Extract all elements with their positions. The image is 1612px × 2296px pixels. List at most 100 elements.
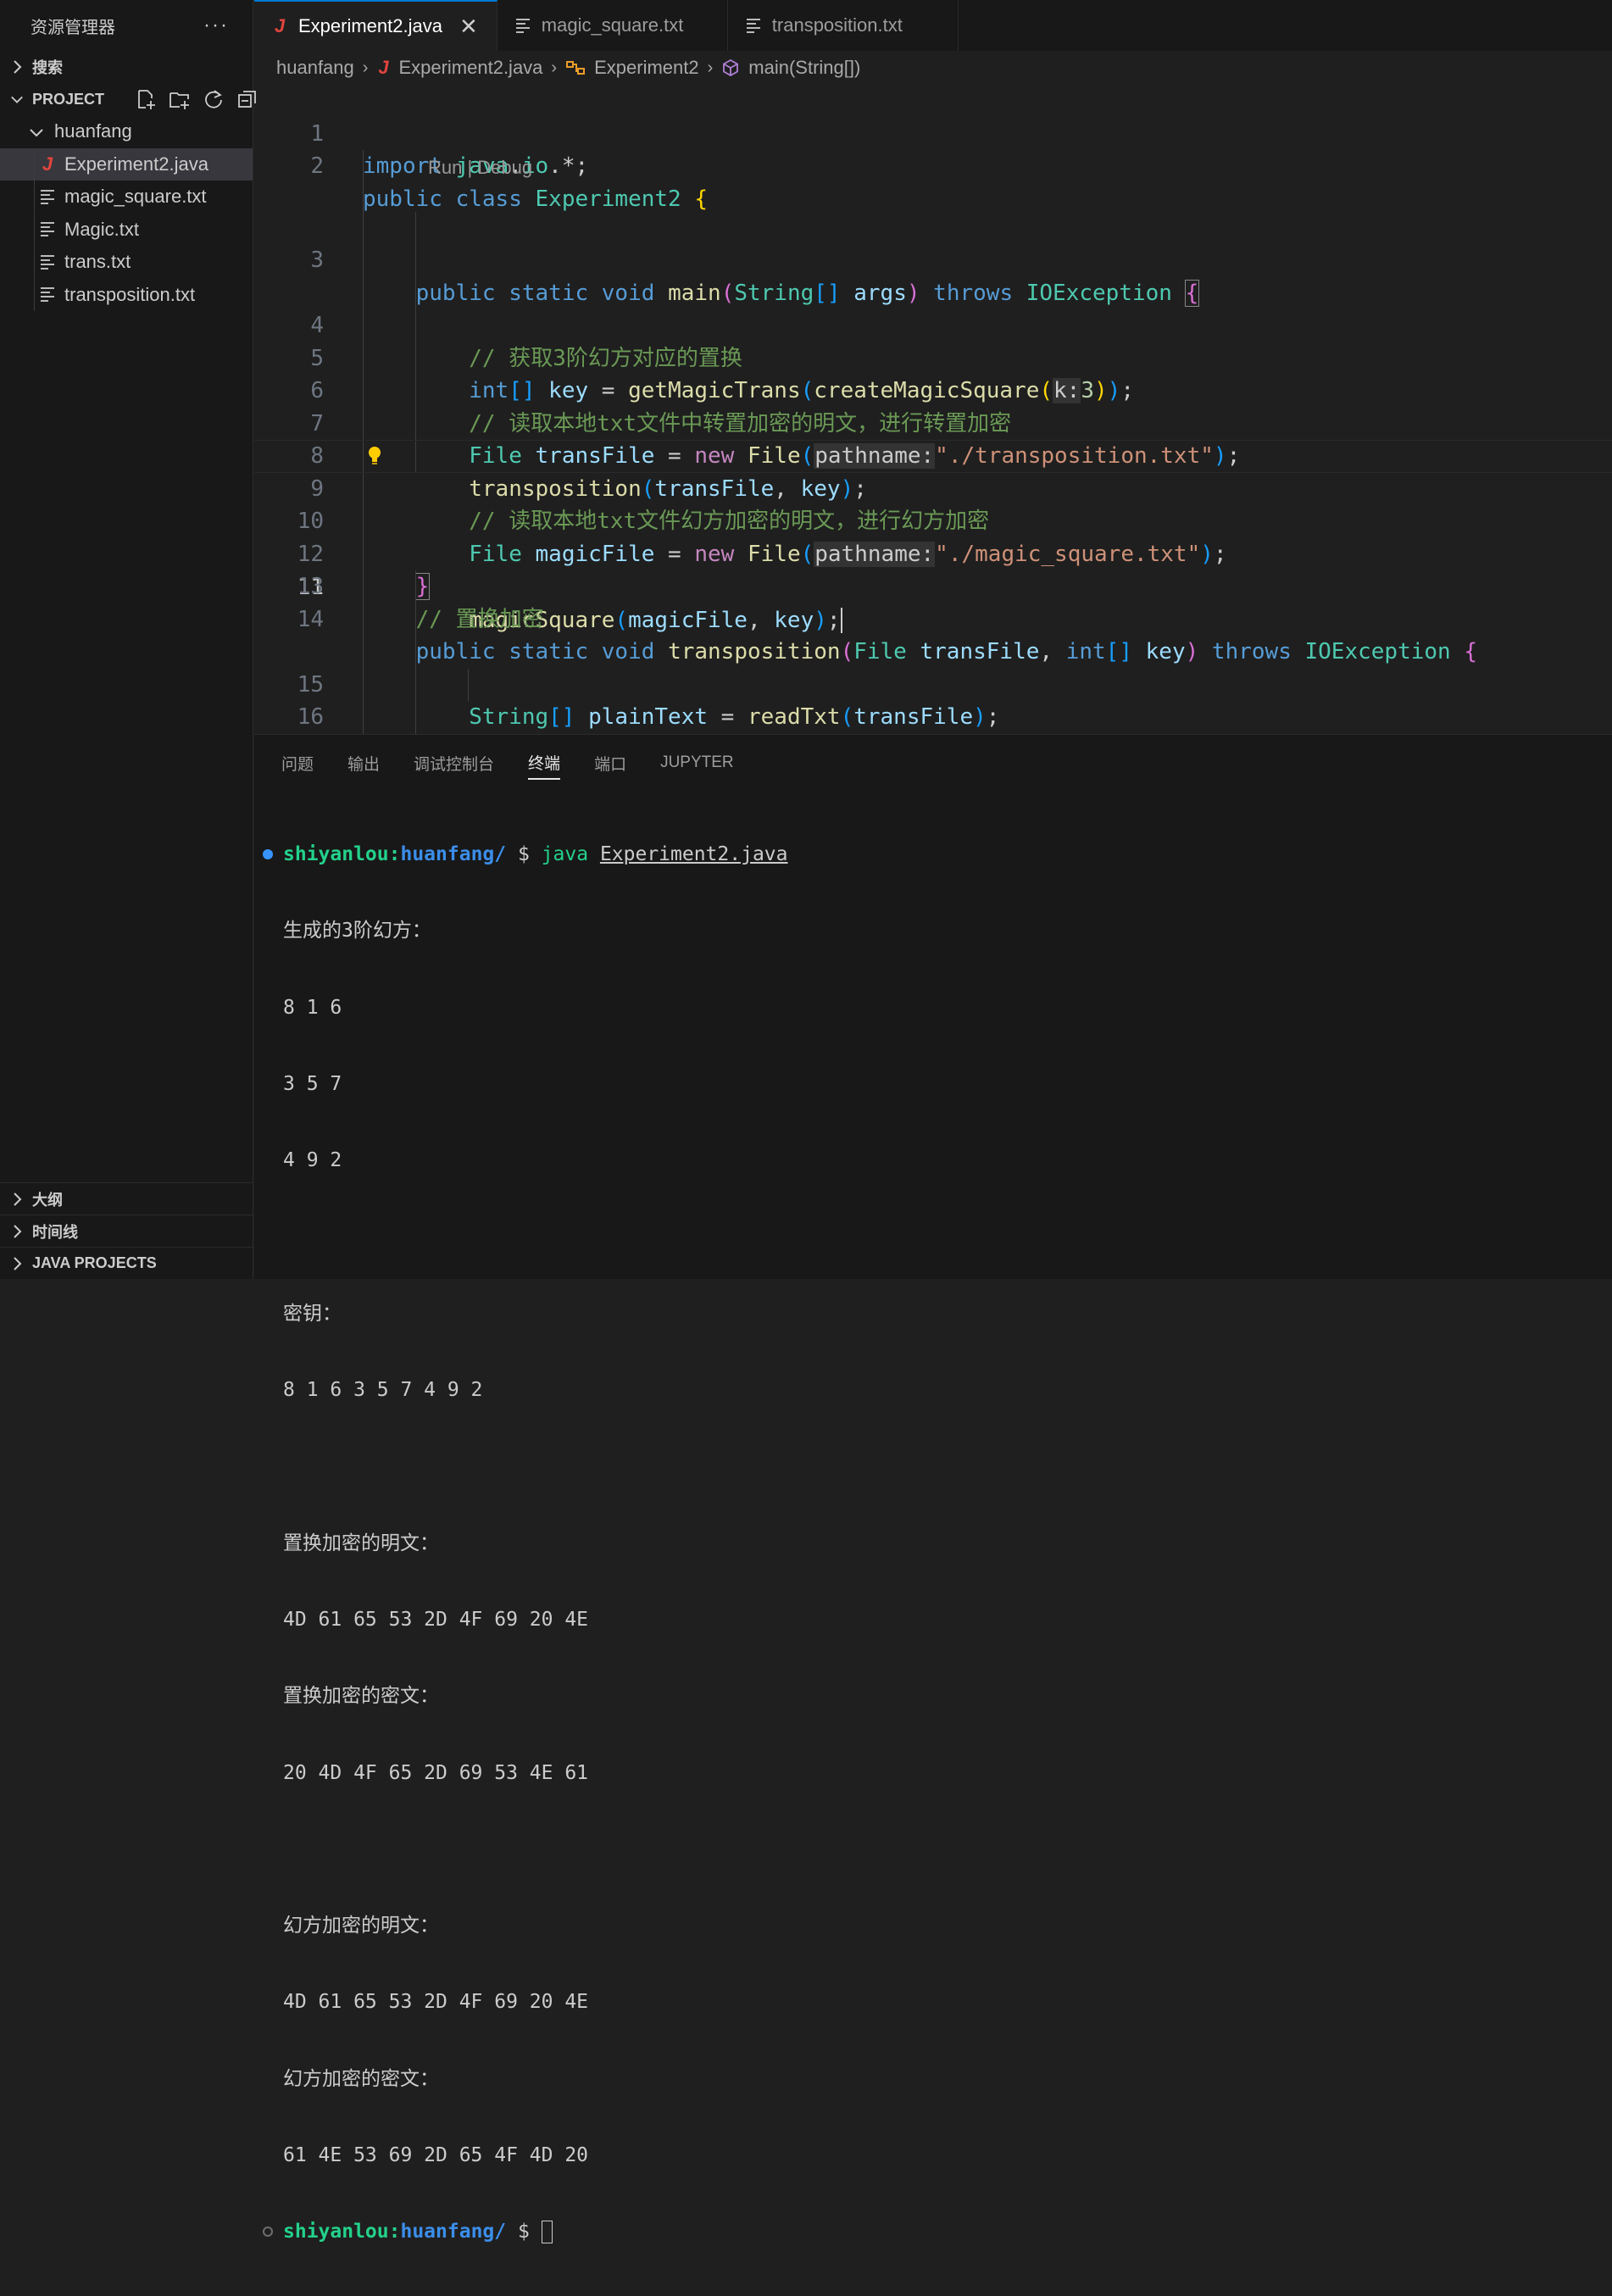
chevron-right-icon — [10, 1224, 24, 1239]
code-line: 2 public class Experiment2 { — [254, 118, 1612, 212]
section-timeline-label: 时间线 — [32, 1223, 78, 1241]
terminal-output-line: 置换加密的密文： — [283, 1685, 439, 1708]
tab-output[interactable]: 输出 — [347, 746, 380, 780]
indent-guide — [363, 472, 364, 505]
command-status-icon[interactable] — [263, 2227, 273, 2238]
code-line: 4 // 获取3阶幻方对应的置换 — [254, 211, 1612, 371]
prompt-symbol: $ — [517, 843, 530, 866]
tab-magic-square-txt[interactable]: magic_square.txt — [497, 0, 728, 51]
indent-guide — [415, 603, 416, 636]
file-label: Experiment2.java — [64, 153, 208, 175]
section-project-label: PROJECT — [32, 90, 105, 108]
tab-label: Experiment2.java — [298, 15, 442, 36]
chevron-down-icon — [10, 94, 24, 104]
tab-ports[interactable]: 端口 — [594, 746, 626, 780]
tab-experiment2-java[interactable]: J Experiment2.java ✕ — [254, 0, 497, 51]
tab-label: transposition.txt — [771, 14, 903, 36]
prompt-symbol: $ — [517, 2221, 530, 2243]
prompt-user: shiyanlou — [283, 2221, 389, 2243]
breadcrumb-class[interactable]: Experiment2 — [594, 57, 699, 79]
indent-guide — [363, 603, 364, 636]
code-line: 1 import java.io.*; — [254, 85, 1612, 180]
terminal-output-line: 20 4D 4F 65 2D 69 53 4E 61 — [283, 1761, 589, 1784]
tree-indent-guide — [34, 213, 35, 246]
text-file-icon — [746, 18, 760, 33]
sidebar-bottom-sections: 大纲 时间线 JAVA PROJECTS — [0, 1182, 253, 1279]
command-arg[interactable]: Experiment2.java — [600, 843, 788, 865]
code-line: 17 for (int i = 0; i < plainText.length;… — [254, 636, 1612, 669]
new-folder-icon[interactable] — [169, 88, 191, 110]
lightbulb-icon[interactable] — [368, 446, 381, 466]
section-project[interactable]: PROJECT — [0, 83, 256, 115]
class-icon — [566, 61, 586, 75]
chevron-down-icon — [29, 120, 44, 142]
tab-transposition-txt[interactable]: transposition.txt — [728, 0, 959, 51]
breadcrumb-file[interactable]: Experiment2.java — [398, 57, 542, 79]
file-label: magic_square.txt — [64, 186, 207, 208]
tab-terminal[interactable]: 终端 — [528, 746, 561, 780]
text-file-icon — [41, 254, 54, 270]
indent-guide — [415, 375, 416, 408]
prompt-path: huanfang/ — [400, 843, 507, 866]
bottom-panel: 问题 输出 调试控制台 终端 端口 JUPYTER shiyanlou:huan… — [254, 734, 1612, 2244]
section-outline-label: 大纲 — [32, 1191, 63, 1209]
indent-guide — [415, 309, 416, 342]
section-outline[interactable]: 大纲 — [0, 1182, 253, 1215]
terminal[interactable]: shiyanlou:huanfang/ $ java Experiment2.j… — [254, 791, 1612, 2296]
chevron-right-icon: › — [707, 58, 714, 77]
text-file-icon — [41, 287, 54, 303]
new-file-icon[interactable] — [135, 88, 157, 110]
section-java-projects[interactable]: JAVA PROJECTS — [0, 1247, 253, 1279]
code-line-current: 11 magicSquare(magicFile, key); — [254, 440, 1612, 633]
file-experiment2-java[interactable]: J Experiment2.java — [0, 147, 253, 181]
file-magic-txt[interactable]: Magic.txt — [0, 213, 253, 246]
code-line: 7 File transFile = new File(pathname:"./… — [254, 309, 1612, 469]
text-file-icon — [41, 222, 54, 237]
code-line: 16 System.out.println(x:"\n\n置换加密的明文: ")… — [254, 603, 1612, 730]
code-editor[interactable]: 1 import java.io.*; 2 public class Exper… — [254, 85, 1612, 734]
file-transposition-txt[interactable]: transposition.txt — [0, 278, 253, 311]
tab-debug-console[interactable]: 调试控制台 — [414, 746, 494, 780]
code-line: 19 } — [254, 701, 1612, 734]
section-search[interactable]: 搜索 — [0, 51, 253, 83]
file-magic-square-txt[interactable]: magic_square.txt — [0, 181, 253, 214]
terminal-output-line: 幻方加密的密文： — [283, 2067, 439, 2090]
indent-guide — [363, 276, 364, 309]
breadcrumb-method[interactable]: main(String[]) — [748, 57, 860, 79]
refresh-icon[interactable] — [203, 88, 225, 110]
tab-problems[interactable]: 问题 — [281, 746, 314, 780]
chevron-right-icon — [10, 1256, 24, 1271]
chevron-right-icon — [10, 59, 24, 75]
indent-guide — [363, 701, 364, 734]
indent-guide — [415, 441, 416, 472]
close-icon[interactable]: ✕ — [459, 14, 478, 40]
folder-huanfang[interactable]: huanfang — [0, 115, 253, 148]
code-line: 10 File magicFile = new File(pathname:".… — [254, 407, 1612, 567]
more-actions-icon[interactable]: ··· — [203, 14, 229, 37]
tab-jupyter[interactable]: JUPYTER — [660, 746, 734, 780]
file-trans-txt[interactable]: trans.txt — [0, 246, 253, 279]
indent-guide — [415, 668, 416, 701]
command-word: java — [541, 843, 589, 866]
terminal-output-line: 生成的3阶幻方： — [283, 920, 431, 942]
indent-guide — [363, 636, 364, 669]
panel-tabs: 问题 输出 调试控制台 终端 端口 JUPYTER — [254, 735, 1612, 791]
terminal-prompt-line: shiyanlou:huanfang/ $ — [263, 2219, 1612, 2244]
indent-guide — [415, 636, 416, 669]
chevron-right-icon: › — [362, 58, 369, 77]
terminal-output-line: 8 1 6 — [283, 996, 342, 1019]
code-line: 5 int[] key = getMagicTrans(createMagicS… — [254, 244, 1612, 403]
codelens[interactable]: Run | Debug — [254, 150, 1612, 179]
section-timeline[interactable]: 时间线 — [0, 1215, 253, 1247]
terminal-output-line: 4 9 2 — [283, 1149, 342, 1172]
indent-guide — [415, 211, 416, 244]
file-label: transposition.txt — [64, 283, 196, 305]
code-line: 8 transposition(transFile, key); — [254, 342, 1612, 502]
command-status-icon[interactable] — [263, 849, 273, 860]
terminal-cursor — [541, 2221, 553, 2244]
indent-guide — [363, 342, 364, 375]
indent-guide — [468, 668, 469, 701]
terminal-prompt-line: shiyanlou:huanfang/ $ java Experiment2.j… — [263, 842, 1612, 867]
indent-guide — [363, 537, 364, 570]
breadcrumb-folder[interactable]: huanfang — [276, 57, 354, 79]
